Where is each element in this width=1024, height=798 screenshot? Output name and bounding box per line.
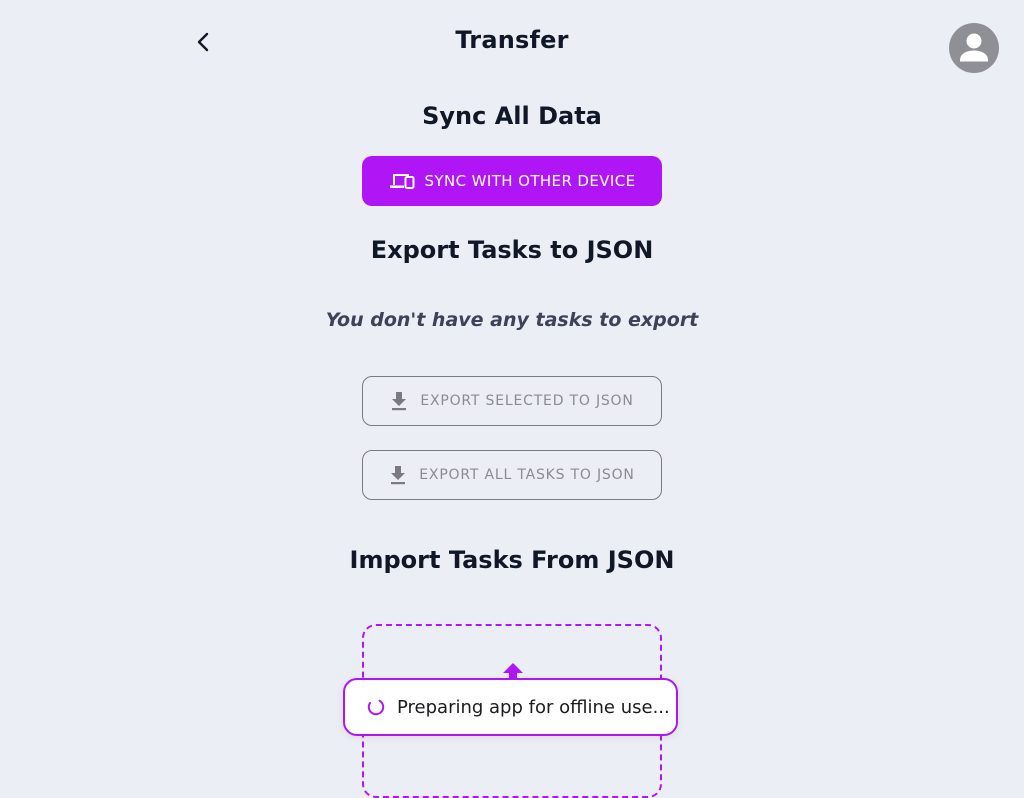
- sync-heading: Sync All Data: [422, 102, 602, 130]
- download-icon: [392, 392, 407, 411]
- avatar[interactable]: [949, 23, 999, 73]
- export-all-label: EXPORT ALL TASKS TO JSON: [419, 467, 635, 483]
- import-heading: Import Tasks From JSON: [349, 546, 675, 574]
- export-selected-label: EXPORT SELECTED TO JSON: [420, 393, 634, 409]
- export-selected-button[interactable]: EXPORT SELECTED TO JSON: [362, 376, 662, 426]
- empty-tasks-message: You don't have any tasks to export: [325, 309, 699, 331]
- toast-message: Preparing app for offline use...: [397, 696, 670, 718]
- export-heading: Export Tasks to JSON: [370, 236, 654, 264]
- app-header: Transfer: [0, 0, 1024, 84]
- download-icon: [391, 466, 406, 485]
- person-icon: [960, 33, 988, 62]
- page-title: Transfer: [455, 26, 569, 54]
- sync-button-label: SYNC WITH OTHER DEVICE: [424, 172, 636, 190]
- devices-icon: [389, 174, 414, 189]
- sync-with-other-device-button[interactable]: SYNC WITH OTHER DEVICE: [362, 156, 662, 206]
- spinner-icon: [367, 698, 385, 716]
- offline-toast: Preparing app for offline use...: [343, 678, 678, 736]
- export-all-button[interactable]: EXPORT ALL TASKS TO JSON: [362, 450, 662, 500]
